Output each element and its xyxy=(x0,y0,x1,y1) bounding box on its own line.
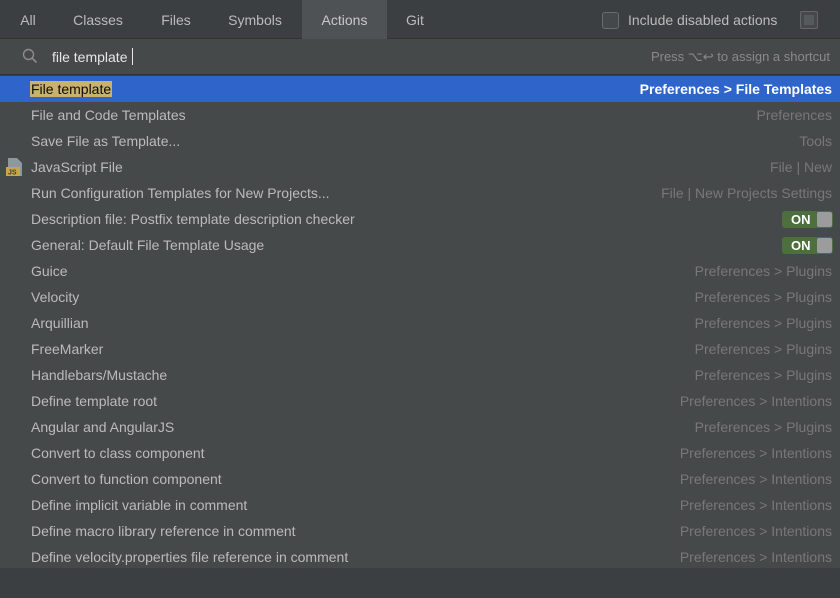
result-row[interactable]: File and Code Templates Preferences xyxy=(0,102,840,128)
search-input[interactable] xyxy=(52,47,452,67)
result-label: General: Default File Template Usage xyxy=(31,237,265,253)
tab-label: All xyxy=(20,11,36,28)
tab-files[interactable]: Files xyxy=(146,0,206,39)
result-row[interactable]: Define implicit variable in comment Pref… xyxy=(0,492,840,518)
result-location: Tools xyxy=(799,133,832,149)
result-row[interactable]: File template Preferences > File Templat… xyxy=(0,76,840,102)
result-label: Velocity xyxy=(31,289,80,305)
tab-label: Files xyxy=(161,11,191,28)
search-row: Press ⌥↩ to assign a shortcut xyxy=(0,39,840,75)
shortcut-hint: Press ⌥↩ to assign a shortcut xyxy=(650,49,830,64)
svg-text:JS: JS xyxy=(8,170,17,177)
result-location: File | New xyxy=(770,159,832,175)
tab-git[interactable]: Git xyxy=(393,0,437,39)
tab-symbols[interactable]: Symbols xyxy=(212,0,298,39)
result-row[interactable]: Define template root Preferences > Inten… xyxy=(0,388,840,414)
result-row[interactable]: Velocity Preferences > Plugins xyxy=(0,284,840,310)
tab-label: Symbols xyxy=(228,11,282,28)
popup-footer-space xyxy=(0,568,840,598)
tab-actions[interactable]: Actions xyxy=(302,0,387,39)
result-label: Convert to class component xyxy=(31,445,205,461)
result-label: Define macro library reference in commen… xyxy=(31,523,296,539)
on-toggle[interactable]: ON xyxy=(782,211,833,228)
result-row[interactable]: Run Configuration Templates for New Proj… xyxy=(0,180,840,206)
result-label: Define template root xyxy=(31,393,158,409)
results-list: File template Preferences > File Templat… xyxy=(0,76,840,570)
result-row[interactable]: Description file: Postfix template descr… xyxy=(0,206,840,232)
result-label: Arquillian xyxy=(31,315,89,331)
result-location: Preferences xyxy=(756,107,832,123)
search-icon xyxy=(22,48,38,64)
result-location: Preferences > Plugins xyxy=(694,341,832,357)
open-in-window-icon[interactable] xyxy=(800,11,818,29)
result-label: Convert to function component xyxy=(31,471,222,487)
result-row[interactable]: Define velocity.properties file referenc… xyxy=(0,544,840,570)
text-caret xyxy=(132,48,133,65)
tab-label: Actions xyxy=(321,11,368,28)
result-row[interactable]: FreeMarker Preferences > Plugins xyxy=(0,336,840,362)
result-location: Preferences > Plugins xyxy=(694,367,832,383)
result-row[interactable]: Angular and AngularJS Preferences > Plug… xyxy=(0,414,840,440)
result-row[interactable]: Convert to class component Preferences >… xyxy=(0,440,840,466)
result-location: Preferences > Intentions xyxy=(679,497,832,513)
result-row[interactable]: JS JavaScript File File | New xyxy=(0,154,840,180)
on-toggle[interactable]: ON xyxy=(782,237,833,254)
result-location: Preferences > Intentions xyxy=(679,549,832,565)
tab-bar: All Classes Files Symbols Actions Git In… xyxy=(0,0,840,39)
result-label: Description file: Postfix template descr… xyxy=(31,211,355,227)
result-row[interactable]: Save File as Template... Tools xyxy=(0,128,840,154)
result-label: Run Configuration Templates for New Proj… xyxy=(31,185,330,201)
result-label: Guice xyxy=(31,263,68,279)
include-disabled-label: Include disabled actions xyxy=(628,12,778,28)
result-label: JavaScript File xyxy=(31,159,123,175)
result-label: Save File as Template... xyxy=(31,133,181,149)
result-location: Preferences > Plugins xyxy=(694,419,832,435)
search-everywhere-popup: All Classes Files Symbols Actions Git In… xyxy=(0,0,840,598)
tab-all[interactable]: All xyxy=(8,0,48,39)
result-location: Preferences > Intentions xyxy=(679,471,832,487)
result-row[interactable]: Guice Preferences > Plugins xyxy=(0,258,840,284)
result-label: FreeMarker xyxy=(31,341,104,357)
result-label: Define velocity.properties file referenc… xyxy=(31,549,349,565)
result-row[interactable]: Arquillian Preferences > Plugins xyxy=(0,310,840,336)
result-location: Preferences > Plugins xyxy=(694,289,832,305)
result-location: Preferences > Intentions xyxy=(679,445,832,461)
result-label: File and Code Templates xyxy=(31,107,186,123)
result-location: Preferences > Plugins xyxy=(694,263,832,279)
tab-classes[interactable]: Classes xyxy=(56,0,140,39)
result-label: Handlebars/Mustache xyxy=(31,367,168,383)
tab-label: Classes xyxy=(73,11,123,28)
tab-label: Git xyxy=(406,11,424,28)
result-location: Preferences > Plugins xyxy=(694,315,832,331)
result-label: File template xyxy=(30,81,113,97)
result-row[interactable]: Convert to function component Preference… xyxy=(0,466,840,492)
include-disabled-option[interactable]: Include disabled actions xyxy=(602,9,777,31)
result-location: Preferences > File Templates xyxy=(639,81,832,97)
result-row[interactable]: Define macro library reference in commen… xyxy=(0,518,840,544)
javascript-file-icon: JS xyxy=(6,158,22,177)
result-row[interactable]: Handlebars/Mustache Preferences > Plugin… xyxy=(0,362,840,388)
result-label: Define implicit variable in comment xyxy=(31,497,248,513)
result-row[interactable]: General: Default File Template Usage ON xyxy=(0,232,840,258)
include-disabled-checkbox[interactable] xyxy=(602,11,619,29)
result-location: File | New Projects Settings xyxy=(661,185,832,201)
result-location: Preferences > Intentions xyxy=(679,393,832,409)
result-label: Angular and AngularJS xyxy=(31,419,175,435)
result-location: Preferences > Intentions xyxy=(679,523,832,539)
